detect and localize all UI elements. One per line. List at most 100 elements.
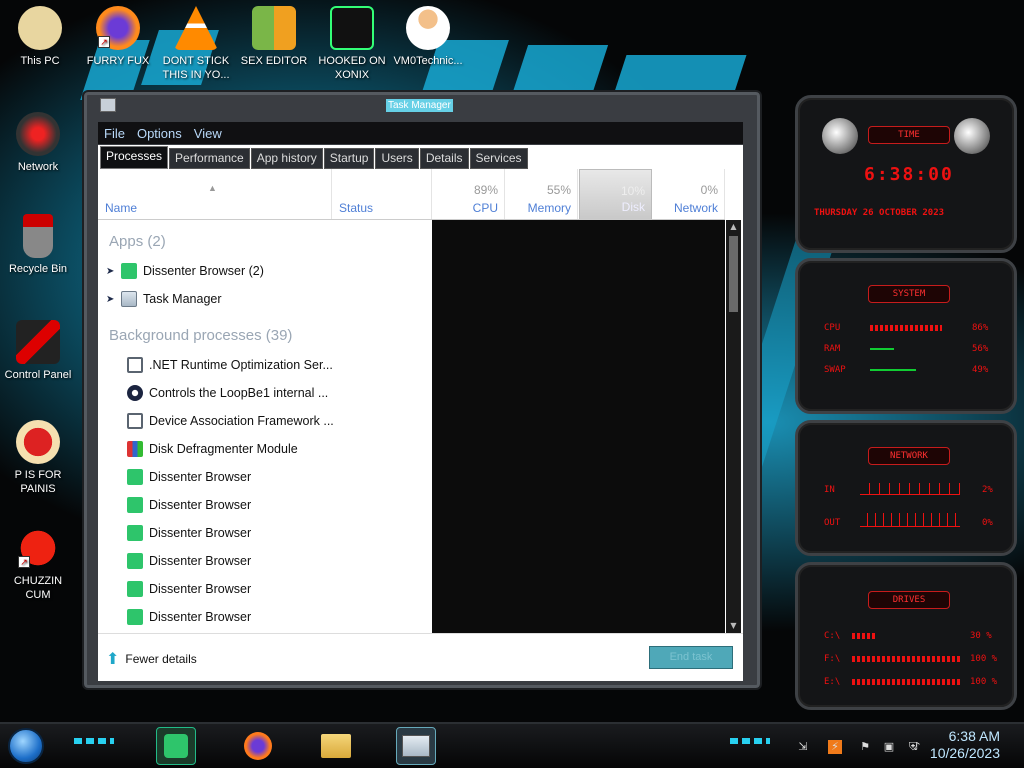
desktop-icon-p-is-for-painis[interactable]: P IS FOR PAINIS: [0, 420, 76, 496]
desktop-icon-control-panel[interactable]: Control Panel: [0, 320, 76, 382]
ram-label: RAM: [824, 344, 841, 354]
service-window-icon: [127, 357, 143, 373]
end-task-button[interactable]: End task: [649, 646, 733, 669]
control-panel-icon: [16, 320, 60, 364]
desktop-icon-sex-editor[interactable]: SEX EDITOR: [236, 6, 312, 68]
desktop-icon-label: Control Panel: [4, 369, 72, 381]
vertical-scrollbar[interactable]: ▲ ▼: [726, 220, 741, 633]
desktop-icon-label: VM0Technic...: [393, 55, 463, 67]
taskbar-firefox-button[interactable]: [238, 727, 278, 765]
desktop-icon-vm0technic[interactable]: VM0Technic...: [390, 6, 466, 68]
column-header-disk[interactable]: 10% Disk: [579, 169, 652, 220]
speaker-icon[interactable]: ♪: [910, 740, 924, 754]
net-in-value: 2%: [982, 485, 993, 495]
tab-performance[interactable]: Performance: [169, 148, 250, 169]
drive-f-bar: [852, 656, 960, 662]
scroll-down-arrow-icon[interactable]: ▼: [726, 619, 741, 633]
process-row[interactable]: Dissenter Browser: [98, 575, 432, 603]
desktop-icon-network[interactable]: Network: [0, 112, 76, 174]
cpu-label: CPU: [472, 201, 498, 215]
process-name: .NET Runtime Optimization Ser...: [149, 358, 333, 372]
start-orb-button[interactable]: [8, 728, 44, 764]
desktop-icon-dont-stick[interactable]: DONT STICK THIS IN YO...: [158, 6, 234, 82]
scroll-up-arrow-icon[interactable]: ▲: [726, 220, 741, 234]
tab-services[interactable]: Services: [469, 148, 528, 169]
tab-details[interactable]: Details: [419, 148, 469, 169]
task-manager-icon: [121, 291, 137, 307]
menu-view[interactable]: View: [194, 126, 222, 141]
process-row[interactable]: Dissenter Browser: [98, 547, 432, 575]
drive-e-bar: [852, 679, 960, 685]
process-row[interactable]: Controls the LoopBe1 internal ...: [98, 379, 432, 407]
tab-startup[interactable]: Startup: [323, 148, 375, 169]
process-row[interactable]: Dissenter Browser: [98, 603, 432, 631]
firefox-icon: [244, 732, 272, 760]
tab-processes[interactable]: Processes: [100, 146, 169, 169]
process-row[interactable]: Dissenter Browser: [98, 463, 432, 491]
taskbar-clock[interactable]: 6:38 AM 10/26/2023: [930, 728, 1000, 762]
desktop-icon-this-pc[interactable]: This PC: [2, 6, 78, 68]
task-manager-icon: [402, 735, 430, 757]
taskbar-accent: [730, 738, 770, 744]
clock-date: 10/26/2023: [929, 745, 1000, 761]
process-name: Dissenter Browser: [149, 526, 252, 540]
wallpaper-stroke: [613, 55, 747, 95]
task-manager-system-icon[interactable]: [100, 98, 116, 112]
column-header-memory[interactable]: 55% Memory: [505, 169, 578, 220]
dissenter-icon: [127, 581, 143, 597]
desktop-icon-furry-fux[interactable]: ↗ FURRY FUX: [80, 6, 156, 68]
desktop-icon-recycle-bin[interactable]: Recycle Bin: [0, 214, 76, 276]
process-row[interactable]: Dissenter Browser: [98, 519, 432, 547]
fewer-details-link[interactable]: ⬆ Fewer details: [106, 649, 197, 669]
process-name: Dissenter Browser (2): [143, 264, 264, 278]
scroll-thumb[interactable]: [729, 236, 738, 312]
expand-chevron-icon[interactable]: ➤: [106, 266, 118, 277]
action-center-flag-icon[interactable]: ⚑: [858, 740, 872, 754]
network-icon: [16, 112, 60, 156]
tab-app-history[interactable]: App history: [250, 148, 323, 169]
memory-label: Memory: [527, 201, 571, 215]
dissenter-icon: [127, 497, 143, 513]
notification-app-icon[interactable]: ⚡: [828, 740, 842, 754]
process-row[interactable]: .NET Runtime Optimization Ser...: [98, 351, 432, 379]
swap-bar: [870, 369, 916, 371]
process-name: Device Association Framework ...: [149, 414, 334, 428]
process-row[interactable]: Disk Defragmenter Module: [98, 435, 432, 463]
process-row[interactable]: ➤ Task Manager: [98, 285, 432, 313]
chuzzle-icon: ↗: [16, 526, 60, 570]
desktop-icon-label: DONT STICK THIS IN YO...: [162, 55, 230, 81]
process-name: Dissenter Browser: [149, 554, 252, 568]
end-task-label: End task: [669, 651, 713, 663]
taskbar-task-manager-button[interactable]: [396, 727, 436, 765]
drive-f-label: F:\: [824, 654, 841, 664]
dissenter-icon: [164, 734, 188, 758]
arrow-up-icon: ⬆: [106, 651, 120, 668]
dissenter-icon: [127, 469, 143, 485]
window-title: Task Manager: [386, 99, 453, 112]
expand-chevron-icon[interactable]: ➤: [106, 294, 118, 305]
sort-up-icon: ▲: [208, 183, 217, 193]
column-header-cpu[interactable]: 89% CPU: [432, 169, 505, 220]
taskbar-file-explorer-button[interactable]: [316, 727, 356, 765]
column-header-name[interactable]: ▲ Name: [98, 169, 332, 220]
process-name: Dissenter Browser: [149, 582, 252, 596]
alien-head-icon: [822, 118, 858, 154]
process-row[interactable]: Dissenter Browser: [98, 491, 432, 519]
net-in-label: IN: [824, 485, 835, 495]
column-header-network[interactable]: 0% Network: [652, 169, 725, 220]
menu-file[interactable]: File: [104, 126, 125, 141]
process-row[interactable]: Device Association Framework ...: [98, 407, 432, 435]
show-desktop-icon[interactable]: ⇲: [796, 740, 810, 754]
column-header-status[interactable]: Status: [332, 169, 432, 220]
resource-columns-area: [432, 220, 725, 633]
tab-users[interactable]: Users: [375, 148, 419, 169]
network-tray-icon[interactable]: ▣: [882, 740, 896, 754]
technician-icon: [406, 6, 450, 50]
process-name: Controls the LoopBe1 internal ...: [149, 386, 329, 400]
folder-icon: [321, 734, 351, 758]
desktop-icon-hooked-on-xonix[interactable]: HOOKED ON XONIX: [314, 6, 390, 82]
process-row[interactable]: ➤ Dissenter Browser (2): [98, 257, 432, 285]
taskbar-dissenter-button[interactable]: [156, 727, 196, 765]
desktop-icon-chuzzin[interactable]: ↗ CHUZZIN CUM: [0, 526, 76, 602]
menu-options[interactable]: Options: [137, 126, 182, 141]
